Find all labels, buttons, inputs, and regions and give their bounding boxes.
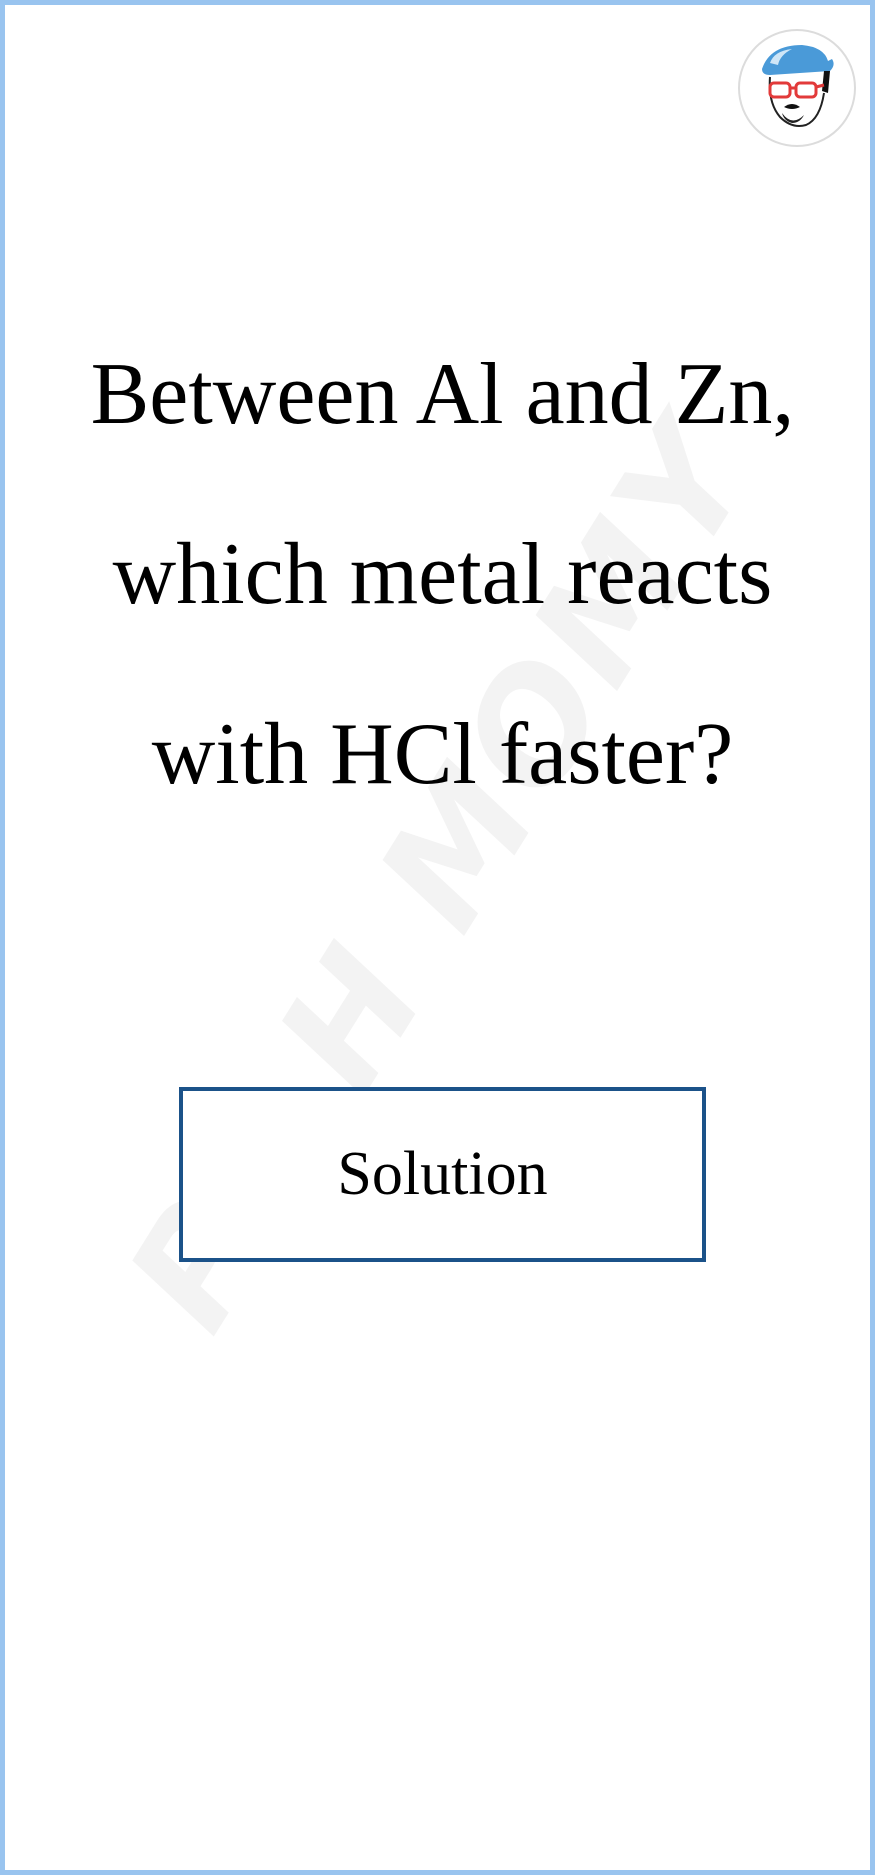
avatar-face-icon (762, 45, 834, 127)
solution-button[interactable]: Solution (179, 1087, 706, 1262)
avatar-icon (738, 29, 856, 147)
card-frame: PA H MOMY Between Al and Zn, which metal… (0, 0, 875, 1875)
question-text: Between Al and Zn, which metal reacts wi… (90, 346, 795, 803)
